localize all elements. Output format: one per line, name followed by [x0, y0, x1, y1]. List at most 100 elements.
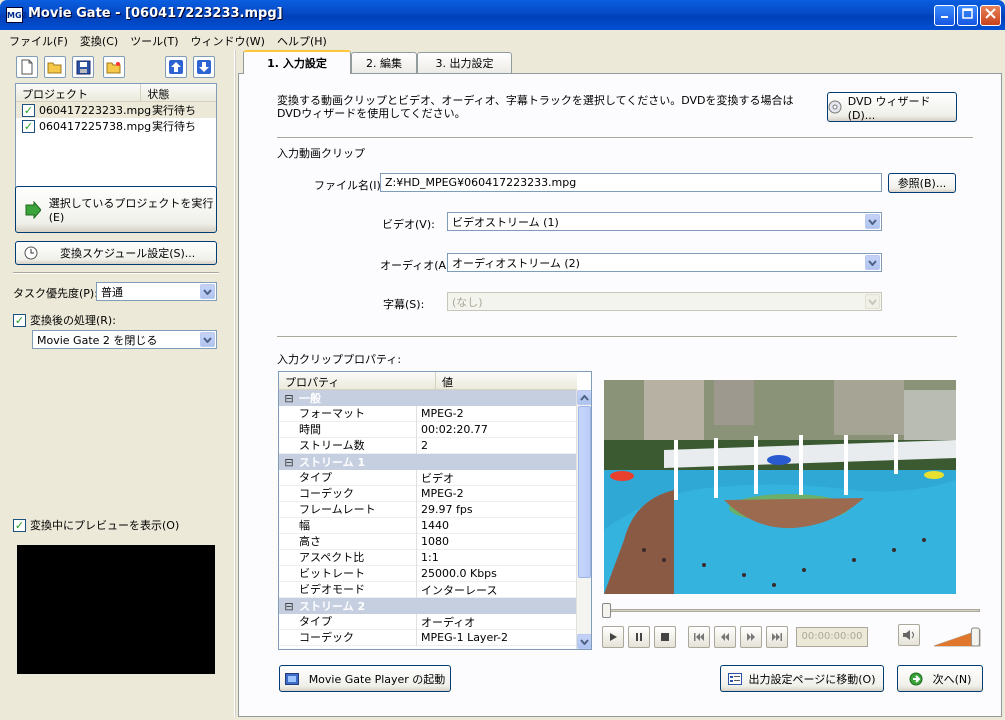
property-row[interactable]: ビットレート 25000.0 Kbps [279, 565, 577, 582]
save-project-button[interactable] [72, 56, 94, 78]
open-project-button[interactable] [44, 56, 66, 78]
pane-splitter[interactable] [234, 50, 236, 717]
property-category[interactable]: ⊟ 一般 [279, 390, 577, 406]
audio-stream-combo[interactable]: オーディオストリーム (2) [447, 253, 882, 272]
project-row[interactable]: ✓ 060417223233.mpg 実行待ち [16, 102, 216, 118]
preview-checkbox-row[interactable]: ✓ 変換中にプレビューを表示(O) [13, 517, 179, 533]
property-row[interactable]: ストリーム数 2 [279, 437, 577, 454]
skip-forward-icon [772, 633, 782, 641]
project-column-header[interactable]: プロジェクト [16, 84, 142, 101]
menu-file[interactable]: ファイル(F) [3, 30, 74, 52]
next-button[interactable]: 次へ(N) [897, 665, 983, 692]
property-value: オーディオ [421, 615, 476, 629]
post-process-checkbox[interactable]: ✓ [13, 313, 26, 327]
seek-track[interactable] [604, 609, 980, 612]
scroll-up-button[interactable] [577, 390, 591, 405]
project-checkbox[interactable]: ✓ [22, 119, 35, 133]
move-down-button[interactable] [193, 56, 215, 78]
seek-handle[interactable] [602, 603, 611, 618]
skip-start-button[interactable] [688, 626, 710, 648]
property-value: MPEG-1 Layer-2 [421, 631, 508, 644]
menu-tools[interactable]: ツール(T) [124, 30, 184, 52]
skip-end-button[interactable] [766, 626, 788, 648]
properties-grid[interactable]: プロパティ 値 ⊟ 一般 フォーマット MPEG-2 時間 00:02:20.77 ストリー… [278, 371, 592, 650]
post-process-combo[interactable]: Movie Gate 2 を閉じる [32, 330, 217, 349]
minimize-button[interactable] [934, 5, 955, 26]
post-process-checkbox-row[interactable]: ✓ 変換後の処理(R): [13, 312, 116, 328]
collapse-icon[interactable]: ⊟ [279, 456, 299, 469]
property-row[interactable]: アスペクト比 1:1 [279, 549, 577, 566]
property-value: 1440 [421, 519, 449, 532]
property-row[interactable]: 時間 00:02:20.77 [279, 421, 577, 438]
menu-window[interactable]: ウィンドウ(W) [185, 30, 271, 52]
tab-edit[interactable]: 2. 編集 [351, 52, 417, 73]
new-project-button[interactable] [16, 56, 38, 78]
volume-thumb[interactable] [970, 627, 980, 647]
run-selected-label: 選択しているプロジェクトを実行(E) [48, 197, 214, 224]
value-column-header[interactable]: 値 [436, 372, 576, 389]
dvd-wizard-label: DVD ウィザード(D)... [847, 94, 931, 122]
rewind-icon [721, 633, 729, 641]
goto-output-settings-label: 出力設定ページに移動(O) [748, 672, 876, 686]
scroll-thumb[interactable] [578, 406, 591, 578]
browse-button[interactable]: 参照(B)... [888, 173, 956, 193]
mute-button[interactable] [898, 624, 920, 646]
launch-player-button[interactable]: Movie Gate Player の起動 [279, 665, 451, 692]
pause-button[interactable] [628, 626, 650, 648]
preview-checkbox[interactable]: ✓ [13, 518, 26, 532]
property-category[interactable]: ⊟ ストリーム 2 [279, 598, 577, 614]
timecode-display: 00:00:00:00 [796, 627, 868, 647]
minimize-icon [940, 16, 948, 18]
property-row[interactable]: コーデック MPEG-2 [279, 485, 577, 502]
properties-scrollbar[interactable] [576, 390, 591, 649]
collapse-icon[interactable]: ⊟ [279, 600, 299, 613]
subtitle-combo[interactable]: (なし) [447, 292, 882, 311]
task-priority-combo[interactable]: 普通 [96, 282, 217, 301]
folder-star-icon [106, 62, 121, 74]
menu-convert[interactable]: 変換(C) [74, 30, 124, 52]
tab-input-settings[interactable]: 1. 入力設定 [243, 50, 351, 74]
run-selected-button[interactable]: 選択しているプロジェクトを実行(E) [15, 186, 217, 233]
property-name: アスペクト比 [279, 549, 417, 566]
next-label: 次へ(N) [932, 672, 972, 686]
menu-help[interactable]: ヘルプ(H) [271, 30, 333, 52]
audio-label: オーディオ(A): [380, 259, 455, 272]
property-row[interactable]: フレームレート 29.97 fps [279, 501, 577, 518]
step-forward-button[interactable] [740, 626, 762, 648]
chevron-down-icon [868, 218, 877, 225]
divider [277, 137, 973, 139]
video-stream-combo[interactable]: ビデオストリーム (1) [447, 212, 882, 231]
step-back-button[interactable] [714, 626, 736, 648]
volume-slider[interactable] [932, 626, 984, 648]
goto-output-settings-button[interactable]: 出力設定ページに移動(O) [720, 665, 884, 692]
dvd-wizard-button[interactable]: DVD ウィザード(D)... [827, 92, 957, 122]
property-row[interactable]: コーデック MPEG-1 Layer-2 [279, 629, 577, 646]
maximize-button[interactable] [957, 5, 978, 26]
tab-output-settings[interactable]: 3. 出力設定 [417, 52, 512, 73]
property-row[interactable]: タイプ ビデオ [279, 469, 577, 486]
property-row[interactable]: フォーマット MPEG-2 [279, 405, 577, 422]
folder-open-icon [47, 62, 62, 74]
property-value: 2 [421, 439, 428, 452]
stop-button[interactable] [654, 626, 676, 648]
schedule-button[interactable]: 変換スケジュール設定(S)... [15, 241, 217, 265]
dvd-disc-icon [828, 100, 842, 114]
project-row[interactable]: ✓ 060417225738.mpg 実行待ち [16, 118, 216, 134]
property-row[interactable]: 幅 1440 [279, 517, 577, 534]
open-folder-button[interactable] [103, 56, 125, 78]
file-name-label: ファイル名(I): [314, 179, 385, 192]
scroll-down-button[interactable] [577, 634, 591, 649]
collapse-icon[interactable]: ⊟ [279, 392, 299, 405]
property-column-header[interactable]: プロパティ [279, 372, 436, 389]
property-row[interactable]: タイプ オーディオ [279, 613, 577, 630]
project-checkbox[interactable]: ✓ [22, 103, 35, 117]
property-row[interactable]: ビデオモード インターレース [279, 581, 577, 598]
move-up-button[interactable] [165, 56, 187, 78]
file-name-input[interactable]: Z:¥HD_MPEG¥060417223233.mpg [380, 173, 882, 192]
property-row[interactable]: 高さ 1080 [279, 533, 577, 550]
project-name: 060417225738.mpg [39, 119, 152, 133]
status-column-header[interactable]: 状態 [141, 84, 216, 101]
property-category[interactable]: ⊟ ストリーム 1 [279, 454, 577, 470]
play-button[interactable] [602, 626, 624, 648]
close-button[interactable] [980, 5, 1001, 26]
